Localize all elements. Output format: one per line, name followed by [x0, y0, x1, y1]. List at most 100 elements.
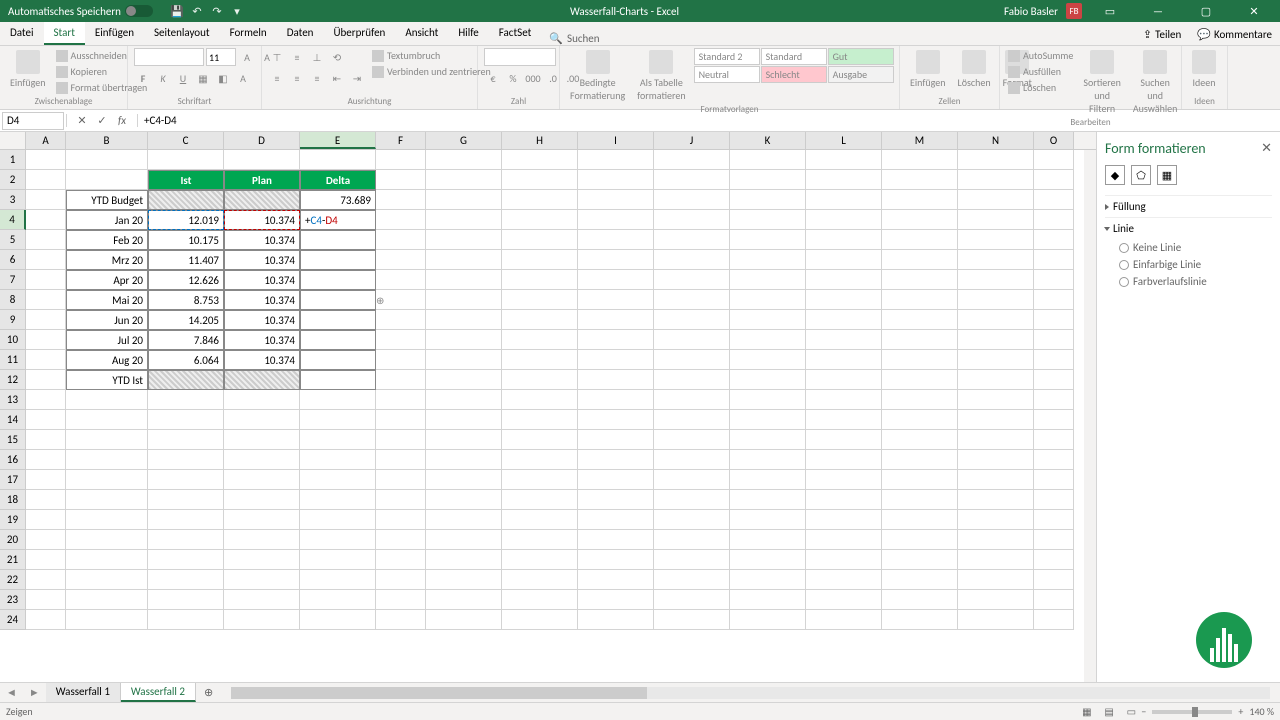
column-header[interactable]: H	[502, 132, 578, 149]
cell[interactable]	[502, 170, 578, 190]
cell[interactable]	[654, 470, 730, 490]
cell[interactable]	[376, 610, 426, 630]
cell[interactable]	[806, 190, 882, 210]
select-all-corner[interactable]	[0, 132, 26, 149]
cell[interactable]	[502, 610, 578, 630]
ideas-button[interactable]: Ideen	[1188, 48, 1220, 91]
cell[interactable]	[376, 190, 426, 210]
row-header[interactable]: 15	[0, 430, 26, 450]
cell[interactable]	[426, 390, 502, 410]
comments-button[interactable]: 💬Kommentare	[1189, 24, 1280, 45]
cell[interactable]	[806, 510, 882, 530]
cell[interactable]	[654, 490, 730, 510]
cell[interactable]	[26, 410, 66, 430]
cell[interactable]	[376, 290, 426, 310]
cell[interactable]	[578, 370, 654, 390]
cell[interactable]	[502, 210, 578, 230]
cell[interactable]	[376, 230, 426, 250]
cell[interactable]	[958, 310, 1034, 330]
cell[interactable]	[882, 450, 958, 470]
cell[interactable]: Mrz 20	[66, 250, 148, 270]
cell-style-option[interactable]: Schlecht	[761, 66, 827, 83]
cell[interactable]	[376, 550, 426, 570]
cell[interactable]	[958, 490, 1034, 510]
cell[interactable]	[426, 610, 502, 630]
cell[interactable]	[224, 470, 300, 490]
cell[interactable]	[300, 230, 376, 250]
cell[interactable]	[1034, 350, 1074, 370]
cell[interactable]	[958, 570, 1034, 590]
cell[interactable]	[806, 530, 882, 550]
page-layout-icon[interactable]: ▤	[1099, 705, 1119, 718]
formula-input[interactable]: +C4-D4	[138, 114, 1280, 127]
cell[interactable]	[882, 370, 958, 390]
cell[interactable]: 14.205	[148, 310, 224, 330]
cell[interactable]	[66, 590, 148, 610]
column-header[interactable]: B	[66, 132, 148, 149]
cell[interactable]	[806, 450, 882, 470]
cell[interactable]	[376, 430, 426, 450]
cell[interactable]	[882, 330, 958, 350]
cell[interactable]: YTD Budget	[66, 190, 148, 210]
cell[interactable]: Aug 20	[66, 350, 148, 370]
cell[interactable]	[882, 390, 958, 410]
cell[interactable]	[66, 550, 148, 570]
cell[interactable]	[376, 470, 426, 490]
cell[interactable]	[1034, 270, 1074, 290]
sheet-tab[interactable]: Wasserfall 2	[121, 683, 196, 702]
cell[interactable]	[376, 570, 426, 590]
cell[interactable]	[806, 470, 882, 490]
cell[interactable]	[26, 470, 66, 490]
cell[interactable]	[730, 490, 806, 510]
cell[interactable]	[882, 470, 958, 490]
ribbon-tab-factset[interactable]: FactSet	[489, 22, 542, 45]
cell[interactable]	[958, 330, 1034, 350]
name-box[interactable]	[2, 112, 64, 130]
row-header[interactable]: 18	[0, 490, 26, 510]
close-icon[interactable]: ✕	[1234, 0, 1274, 22]
cell[interactable]	[654, 510, 730, 530]
cell[interactable]	[578, 350, 654, 370]
wrap-button[interactable]: Textumbruch	[370, 48, 493, 63]
cell[interactable]	[654, 250, 730, 270]
cell[interactable]	[882, 510, 958, 530]
row-header[interactable]: 10	[0, 330, 26, 350]
cell[interactable]: 6.064	[148, 350, 224, 370]
grow-font-icon[interactable]: A	[238, 48, 256, 66]
cell[interactable]	[1034, 210, 1074, 230]
cell[interactable]	[502, 370, 578, 390]
cell[interactable]	[578, 570, 654, 590]
cell[interactable]	[502, 250, 578, 270]
cell[interactable]	[376, 330, 426, 350]
cell[interactable]	[66, 570, 148, 590]
cell[interactable]	[26, 150, 66, 170]
cell[interactable]	[224, 550, 300, 570]
cell[interactable]	[1034, 150, 1074, 170]
column-header[interactable]: J	[654, 132, 730, 149]
indent-dec-icon[interactable]: ⇤	[328, 69, 346, 87]
cell[interactable]	[882, 270, 958, 290]
cell[interactable]	[376, 150, 426, 170]
insert-cells-button[interactable]: Einfügen	[906, 48, 950, 91]
cell[interactable]	[958, 230, 1034, 250]
cell[interactable]	[578, 610, 654, 630]
cell[interactable]	[958, 550, 1034, 570]
cell[interactable]	[224, 570, 300, 590]
cell[interactable]	[224, 390, 300, 410]
fill-line-tab-icon[interactable]: ◆	[1105, 165, 1125, 185]
cell[interactable]	[376, 390, 426, 410]
find-select-button[interactable]: Suchen und Auswählen	[1129, 48, 1182, 117]
cell[interactable]	[148, 190, 224, 210]
cell[interactable]	[300, 150, 376, 170]
cell[interactable]	[578, 430, 654, 450]
column-header[interactable]: C	[148, 132, 224, 149]
cell[interactable]	[224, 430, 300, 450]
cell[interactable]	[654, 210, 730, 230]
cell[interactable]	[882, 610, 958, 630]
fill-section[interactable]: Füllung	[1105, 195, 1272, 217]
align-center-icon[interactable]: ≡	[288, 69, 306, 87]
cell[interactable]	[502, 530, 578, 550]
cell[interactable]	[730, 470, 806, 490]
cell[interactable]	[730, 310, 806, 330]
cell[interactable]	[578, 410, 654, 430]
